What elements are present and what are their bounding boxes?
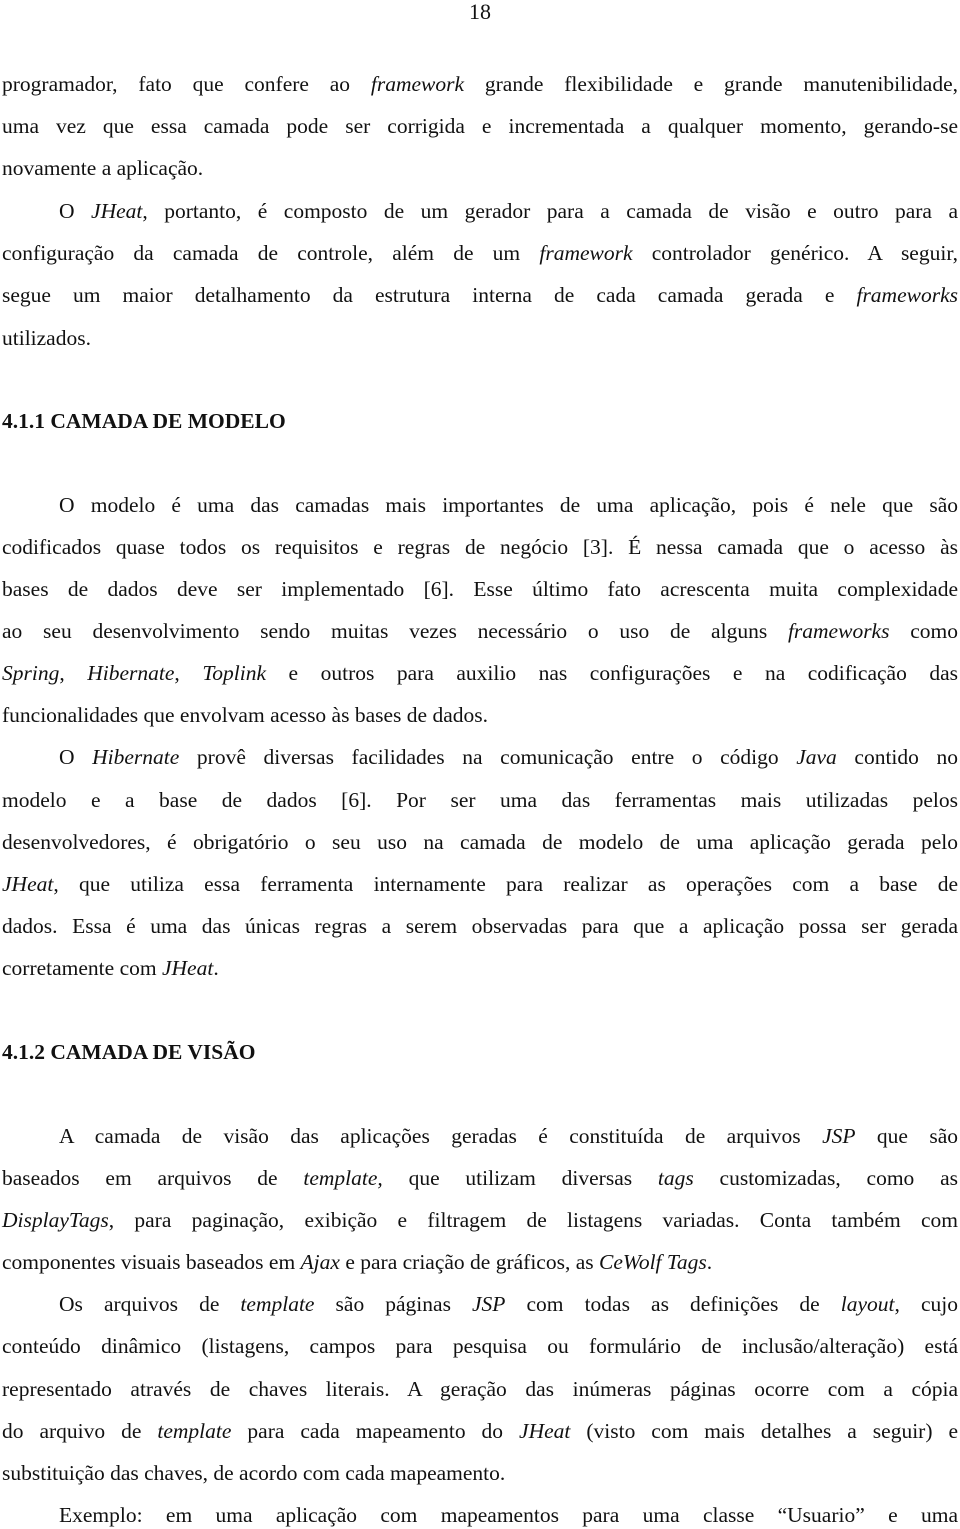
italic-term: template (157, 1419, 232, 1443)
section-heading: 4.1.1 CAMADA DE MODELO (2, 409, 286, 433)
italic-term: Hibernate (87, 661, 175, 685)
text-line: O Hibernate provê diversas facilidades n… (59, 745, 958, 769)
italic-term: JHeat (161, 956, 214, 980)
text-line: substituição das chaves, de acordo com c… (2, 1461, 506, 1485)
text-line: dados. Essa é uma das únicas regras a se… (2, 914, 958, 938)
text-line: DisplayTags, para paginação, exibição e … (2, 1208, 958, 1232)
text-line: A camada de visão das aplicações geradas… (59, 1124, 959, 1148)
italic-term: tags (657, 1166, 694, 1190)
italic-term: DisplayTags (2, 1208, 109, 1232)
italic-term: template (240, 1292, 315, 1316)
italic-term: frameworks (787, 619, 890, 643)
text-line: conteúdo dinâmico (listagens, campos par… (2, 1334, 958, 1358)
text-line: do arquivo de template para cada mapeame… (2, 1419, 959, 1443)
text-line: funcionalidades que envolvam acesso às b… (2, 703, 488, 727)
text-line: programador, fato que confere ao framewo… (2, 72, 959, 96)
text-line: baseados em arquivos de template, que ut… (2, 1166, 958, 1190)
text-line: corretamente com JHeat. (2, 956, 219, 980)
text-line: O modelo é uma das camadas mais importan… (59, 493, 958, 517)
italic-term: JHeat (91, 199, 143, 223)
text-line: O JHeat, portanto, é composto de um gera… (59, 199, 959, 223)
text-line: JHeat, que utiliza essa ferramenta inter… (2, 872, 958, 896)
text-line: uma vez que essa camada pode ser corrigi… (2, 114, 958, 138)
text-line: modelo e a base de dados [6]. Por ser um… (2, 788, 958, 812)
text-line: ao seu desenvolvimento sendo muitas veze… (2, 619, 958, 643)
italic-term: template, (303, 1166, 383, 1190)
italic-term: JSP (822, 1124, 856, 1148)
italic-term: JHeat (2, 872, 54, 896)
text-line: configuração da camada de controle, além… (2, 241, 959, 265)
text-line: codificados quase todos os requisitos e … (2, 535, 958, 559)
italic-term: framework (370, 72, 465, 96)
text-line: representado através de chaves literais.… (2, 1377, 958, 1401)
text-line: novamente a aplicação. (2, 156, 204, 180)
italic-term: Spring (2, 661, 60, 685)
text-line: Exemplo: em uma aplicação com mapeamento… (59, 1503, 958, 1527)
italic-term: Toplink (202, 661, 267, 685)
italic-term: frameworks (856, 283, 958, 307)
italic-term: JSP (472, 1292, 506, 1316)
italic-term: Hibernate (92, 745, 180, 769)
text-line: componentes visuais baseados em Ajax e p… (2, 1250, 713, 1274)
italic-term: framework (539, 241, 633, 265)
italic-term: JHeat (519, 1419, 571, 1443)
text-line: bases de dados deve ser implementado [6]… (2, 577, 958, 601)
text-line: Spring, Hibernate, Toplink e outros para… (2, 661, 958, 685)
text-line: Os arquivos de template são páginas JSP … (59, 1292, 958, 1316)
italic-term: layout (840, 1292, 895, 1316)
italic-term: Java (796, 745, 837, 769)
italic-term: CeWolf Tags (599, 1250, 707, 1274)
text-line: utilizados. (2, 326, 91, 350)
text-line: desenvolvedores, é obrigatório o seu uso… (2, 830, 958, 854)
page-number: 18 (469, 0, 491, 24)
italic-term: Ajax (300, 1250, 340, 1274)
section-heading: 4.1.2 CAMADA DE VISÃO (2, 1040, 256, 1064)
text-line: segue um maior detalhamento da estrutura… (2, 283, 958, 307)
